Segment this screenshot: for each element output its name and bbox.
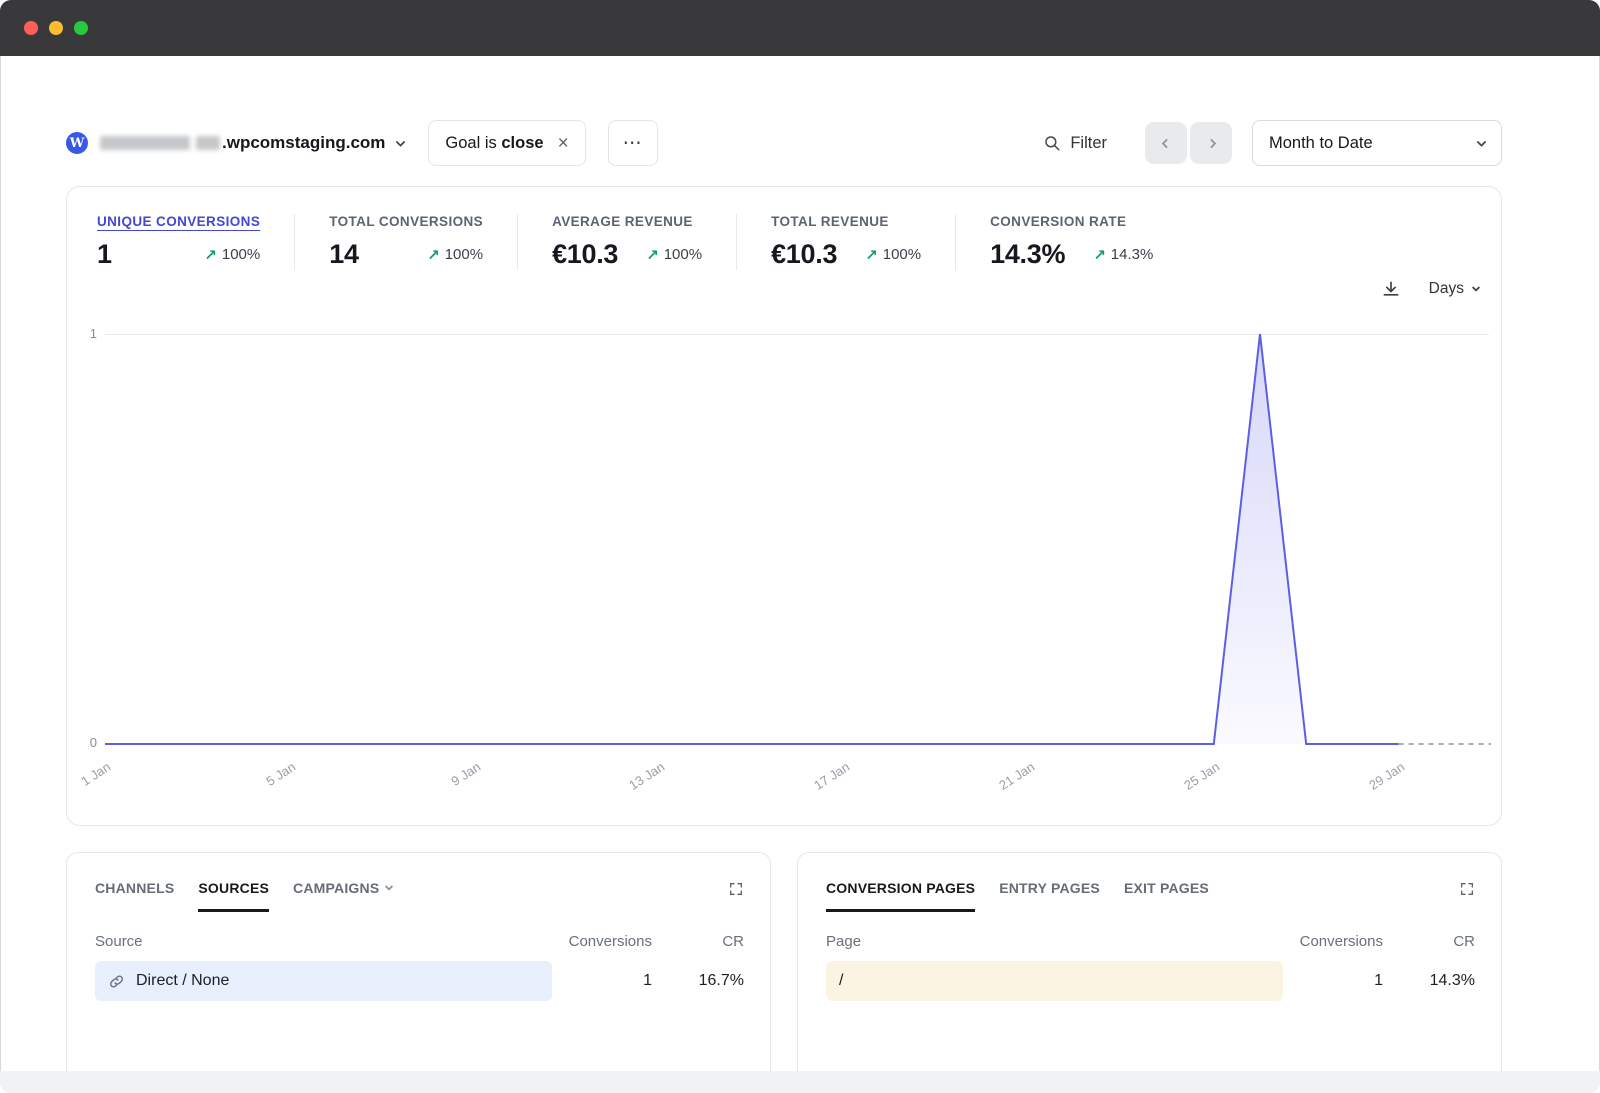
next-period-button[interactable] xyxy=(1190,122,1232,164)
close-window-button[interactable] xyxy=(24,21,38,35)
table-header: Page Conversions CR xyxy=(798,924,1501,958)
date-range-value: Month to Date xyxy=(1269,134,1373,153)
column-cr: CR xyxy=(1383,933,1475,950)
chevron-down-icon xyxy=(1477,137,1487,147)
filter-button[interactable]: Filter xyxy=(1043,134,1107,153)
expand-icon[interactable] xyxy=(728,881,744,897)
source-share-bar: Direct / None xyxy=(95,961,552,1001)
sources-tabs: CHANNELS SOURCES CAMPAIGNS xyxy=(67,853,770,912)
cr-value: 16.7% xyxy=(652,972,744,990)
chevron-down-icon xyxy=(385,882,393,890)
column-conversions: Conversions xyxy=(1283,933,1383,950)
x-axis-label: 13 Jan xyxy=(592,759,667,815)
x-axis-label: 29 Jan xyxy=(1332,759,1407,815)
column-page: Page xyxy=(826,933,1283,950)
column-cr: CR xyxy=(652,933,744,950)
x-axis-label: 17 Jan xyxy=(777,759,852,815)
conversions-value: 1 xyxy=(1283,972,1383,990)
minimize-window-button[interactable] xyxy=(49,21,63,35)
date-range-select[interactable]: Month to Date xyxy=(1252,120,1502,166)
sources-card: CHANNELS SOURCES CAMPAIGNS Source Conver… xyxy=(66,852,771,1093)
table-row[interactable]: / 1 14.3% xyxy=(798,958,1501,1004)
x-axis-label: 5 Jan xyxy=(223,759,298,815)
toolbar: W .wpcomstaging.com Goal is close × ⋯ Fi… xyxy=(66,120,1502,166)
tab-channels[interactable]: CHANNELS xyxy=(95,880,174,912)
conversions-chart: 1 0 1 Jan5 Jan9 Jan13 Jan17 Jan21 Jan25 … xyxy=(67,187,1501,825)
page-label: / xyxy=(839,972,843,990)
y-axis-label: 0 xyxy=(79,735,97,750)
x-axis-label: 1 Jan xyxy=(38,759,113,815)
chevron-down-icon xyxy=(396,137,406,147)
column-conversions: Conversions xyxy=(552,933,652,950)
more-options-button[interactable]: ⋯ xyxy=(608,120,658,166)
bottom-cards: CHANNELS SOURCES CAMPAIGNS Source Conver… xyxy=(66,852,1502,1093)
expand-icon[interactable] xyxy=(1459,881,1475,897)
goal-filter-label: Goal is close xyxy=(445,134,543,153)
conversions-value: 1 xyxy=(552,972,652,990)
page-share-bar: / xyxy=(826,961,1283,1001)
wordpress-logo-icon: W xyxy=(66,132,88,154)
tab-conversion-pages[interactable]: CONVERSION PAGES xyxy=(826,880,975,912)
zoom-window-button[interactable] xyxy=(74,21,88,35)
cr-value: 14.3% xyxy=(1383,972,1475,990)
window-bottom-edge xyxy=(0,1071,1600,1093)
filter-label: Filter xyxy=(1070,134,1107,153)
prev-period-button[interactable] xyxy=(1145,122,1187,164)
x-axis-label: 9 Jan xyxy=(408,759,483,815)
x-axis-labels: 1 Jan5 Jan9 Jan13 Jan17 Jan21 Jan25 Jan2… xyxy=(67,759,1501,823)
table-header: Source Conversions CR xyxy=(67,924,770,958)
tab-sources[interactable]: SOURCES xyxy=(198,880,269,912)
search-icon xyxy=(1043,134,1061,152)
x-axis-label: 21 Jan xyxy=(962,759,1037,815)
chevron-left-icon xyxy=(1161,138,1171,148)
conversion-pages-card: CONVERSION PAGES ENTRY PAGES EXIT PAGES … xyxy=(797,852,1502,1093)
redacted-site-name xyxy=(100,136,190,150)
site-domain: .wpcomstaging.com xyxy=(222,133,385,153)
y-axis-label: 1 xyxy=(79,326,97,341)
pages-tabs: CONVERSION PAGES ENTRY PAGES EXIT PAGES xyxy=(798,853,1501,912)
column-source: Source xyxy=(95,933,552,950)
date-nav xyxy=(1145,122,1232,164)
chevron-right-icon xyxy=(1206,138,1216,148)
chart-plot xyxy=(105,334,1491,744)
x-axis-label: 25 Jan xyxy=(1147,759,1222,815)
conversions-panel: UNIQUE CONVERSIONS 1 ↗100% TOTAL CONVERS… xyxy=(66,186,1502,826)
tab-exit-pages[interactable]: EXIT PAGES xyxy=(1124,880,1209,912)
close-icon[interactable]: × xyxy=(558,134,569,153)
link-icon xyxy=(108,973,125,990)
traffic-lights xyxy=(24,21,88,35)
source-label: Direct / None xyxy=(136,972,229,990)
tab-campaigns[interactable]: CAMPAIGNS xyxy=(293,880,392,912)
window-titlebar xyxy=(0,0,1600,56)
site-selector[interactable]: W .wpcomstaging.com xyxy=(66,132,404,154)
tab-entry-pages[interactable]: ENTRY PAGES xyxy=(999,880,1100,912)
goal-filter-pill[interactable]: Goal is close × xyxy=(428,120,585,166)
redacted-site-name xyxy=(196,136,220,150)
table-row[interactable]: Direct / None 1 16.7% xyxy=(67,958,770,1004)
app-window: W .wpcomstaging.com Goal is close × ⋯ Fi… xyxy=(0,0,1600,1093)
